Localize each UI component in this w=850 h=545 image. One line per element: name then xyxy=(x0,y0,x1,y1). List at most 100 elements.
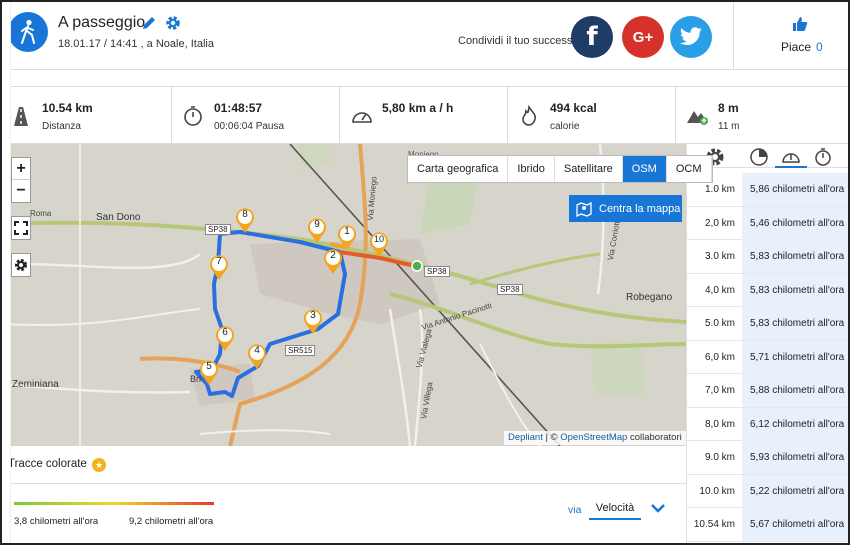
activity-date-location: 18.01.17 / 14:41 , a Noale, Italia xyxy=(58,38,214,50)
activity-title: A passeggio xyxy=(58,14,146,31)
speed-color-gradient xyxy=(14,502,214,505)
gear-icon xyxy=(15,259,27,271)
split-speed: 5,86 chilometri all'ora xyxy=(742,173,850,206)
left-edge xyxy=(0,0,11,545)
calories-value: 494 kcal xyxy=(550,101,597,115)
distance-label: Distanza xyxy=(42,121,81,132)
map-tiles xyxy=(0,144,686,446)
layer-osm-option[interactable]: OSM xyxy=(622,156,667,182)
map-attribution: Depliant | © OpenStreetMap collaboratori xyxy=(504,431,686,445)
twitter-bird-icon xyxy=(680,27,702,45)
zoom-in-button[interactable]: + xyxy=(12,158,30,180)
duration-value: 01:48:57 xyxy=(214,101,263,115)
route-marker[interactable]: 5 xyxy=(198,358,220,391)
split-km: 5.0 km xyxy=(704,318,735,329)
route-marker[interactable]: 3 xyxy=(302,307,324,340)
layer-satellite-option[interactable]: Satellitare xyxy=(555,156,623,182)
split-speed: 5,67 chilometri all'ora xyxy=(742,508,850,541)
route-marker[interactable]: 6 xyxy=(214,324,236,357)
split-row: 8,0 km 6,12 chilometri all'ora xyxy=(687,407,850,441)
colored-tracks-label: Tracce colorate xyxy=(8,458,87,470)
attribution-link-depliant[interactable]: Depliant xyxy=(508,432,543,443)
thumbs-up-icon[interactable] xyxy=(792,16,808,32)
layer-map-option[interactable]: Carta geografica xyxy=(408,156,509,182)
speedometer-icon xyxy=(350,105,372,127)
split-speed: 5,83 chilometri all'ora xyxy=(742,273,850,307)
split-speed: 5,71 chilometri all'ora xyxy=(742,340,850,374)
active-tab-underline xyxy=(775,166,807,168)
split-speed: 6,12 chilometri all'ora xyxy=(742,407,850,441)
pencil-icon[interactable] xyxy=(140,14,158,32)
split-row: 6,0 km 5,71 chilometri all'ora xyxy=(687,340,850,374)
via-label: via xyxy=(568,504,582,516)
split-km: 9.0 km xyxy=(704,452,735,463)
route-marker[interactable]: 9 xyxy=(306,216,328,249)
route-map[interactable]: San Dono Zeminiana Robegano Moniego Via … xyxy=(0,144,686,446)
gear-icon[interactable] xyxy=(164,14,182,32)
stat-speed: 5,80 km a / h xyxy=(340,87,508,145)
calories-label: calorie xyxy=(550,121,580,132)
stats-bar: 10.54 km Distanza 01:48:57 00:06:04 Paus… xyxy=(0,86,850,145)
pie-icon[interactable] xyxy=(748,146,770,168)
layer-ocm-option[interactable]: OCM xyxy=(667,156,712,182)
split-row: 10.0 km 5,22 chilometri all'ora xyxy=(687,474,850,508)
like-label: Piace xyxy=(781,40,812,54)
map-layer-switcher: Carta geografica Ibrido Satellitare OSM … xyxy=(407,155,713,183)
route-marker[interactable]: 8 xyxy=(234,206,256,239)
twitter-share-button[interactable] xyxy=(670,16,712,58)
split-speed: 5,46 chilometri all'ora xyxy=(742,206,850,240)
like-box: Piace 0 xyxy=(733,0,850,70)
split-row: 3.0 km 5,83 chilometri all'ora xyxy=(687,240,850,274)
elevation-loss-value: 11 m xyxy=(718,121,740,132)
layer-hybrid-option[interactable]: Ibrido xyxy=(508,156,555,182)
split-speed: 5,22 chilometri all'ora xyxy=(742,474,850,508)
split-speed: 5,83 chilometri all'ora xyxy=(742,240,850,273)
route-marker[interactable]: 7 xyxy=(208,253,230,286)
map-settings-button[interactable] xyxy=(11,253,31,277)
flame-icon xyxy=(518,104,540,127)
like-count[interactable]: 0 xyxy=(816,40,823,54)
route-marker[interactable]: 10 xyxy=(368,230,390,263)
attribution-separator: | © xyxy=(542,432,561,443)
split-km: 10.0 km xyxy=(699,485,735,497)
split-km: 2,0 km xyxy=(704,217,735,229)
road-shield-sp38: SP38 xyxy=(424,266,450,277)
speedometer-icon[interactable] xyxy=(780,146,802,168)
speed-max-label: 9,2 chilometri all'ora xyxy=(129,516,214,527)
google-plus-share-button[interactable]: G+ xyxy=(622,16,664,58)
zoom-out-button[interactable]: − xyxy=(12,180,30,202)
attribution-link-osm[interactable]: OpenStreetMap xyxy=(560,432,627,443)
map-pin-icon xyxy=(576,201,592,217)
stopwatch-icon[interactable] xyxy=(812,146,834,168)
split-km: 6,0 km xyxy=(704,351,735,363)
mountain-icon xyxy=(686,105,708,127)
route-marker[interactable]: 2 xyxy=(322,247,344,280)
elevation-gain-value: 8 m xyxy=(718,101,739,115)
center-map-button[interactable]: Centra la mappa xyxy=(569,195,682,222)
stat-duration: 01:48:57 00:06:04 Pausa xyxy=(172,87,340,145)
route-marker[interactable]: 4 xyxy=(246,342,268,375)
split-km: 8,0 km xyxy=(704,418,735,430)
distance-value: 10.54 km xyxy=(42,101,93,115)
star-icon[interactable]: ★ xyxy=(92,458,106,472)
stat-distance: 10.54 km Distanza xyxy=(0,87,172,145)
metric-select[interactable]: Velocità xyxy=(589,502,641,520)
fullscreen-button[interactable] xyxy=(11,216,31,240)
walking-icon xyxy=(8,12,48,52)
pause-label: 00:06:04 Pausa xyxy=(214,121,285,132)
road-shield-sp38: SP38 xyxy=(497,284,523,295)
split-km: 10.54 km xyxy=(693,519,735,530)
stat-calories: 494 kcal calorie xyxy=(508,87,676,145)
split-km: 3.0 km xyxy=(704,251,735,262)
facebook-share-button[interactable]: f xyxy=(571,16,613,58)
split-km: 4,0 km xyxy=(704,284,735,296)
share-text: Condividi il tuo successo xyxy=(458,35,579,47)
split-km: 7,0 km xyxy=(704,385,735,396)
place-label-san-dono: San Dono xyxy=(96,212,141,223)
split-row: 10.54 km 5,67 chilometri all'ora xyxy=(687,508,850,542)
place-label-robegano: Robegano xyxy=(626,292,673,303)
split-row: 9.0 km 5,93 chilometri all'ora xyxy=(687,441,850,475)
chevron-down-icon[interactable] xyxy=(650,500,666,516)
road-icon xyxy=(10,105,32,127)
fullscreen-icon xyxy=(14,221,28,235)
